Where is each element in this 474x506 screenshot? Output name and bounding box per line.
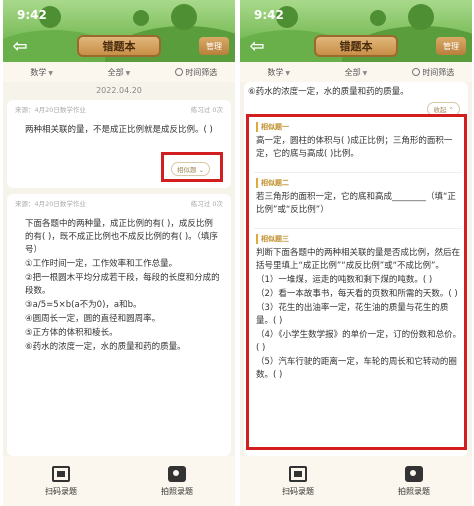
question-stem: 下面各题中的两种量，成正比例的有( )，成反比例的有( )，既不成正比例也不成反… — [25, 219, 218, 255]
forest-header: 9:42 ⇦ 错题本 管理 — [240, 0, 472, 62]
camera-icon — [405, 465, 423, 482]
bottom-bar: 扫码录题 拍照录题 — [3, 456, 235, 506]
card-practice-count: 练习过 0次 — [190, 200, 223, 208]
scan-icon — [52, 465, 70, 482]
card-practice-count: 练习过 0次 — [190, 106, 223, 114]
similar-item-5: （5）汽车行驶的距离一定，车轮的周长和它转动的圈数。( ) — [256, 357, 457, 380]
similar-question-3[interactable]: 相似题三 判断下面各题中的两种相关联的量是否成比例，然后在括号里填上“成正比例”… — [256, 234, 464, 383]
similar-question-1[interactable]: 相似题一 高一定，圆柱的体积与( )成正比例；三角形的面积一定，它的底与高成( … — [256, 122, 464, 162]
forest-header: 9:42 ⇦ 错题本 管理 — [3, 0, 235, 62]
photo-entry-button[interactable]: 拍照录题 — [356, 456, 472, 506]
scan-entry-button[interactable]: 扫码录题 — [240, 456, 356, 506]
clock-icon — [175, 67, 184, 76]
time-filter[interactable]: 时间筛选 — [158, 67, 235, 78]
back-arrow-icon[interactable]: ⇦ — [9, 36, 31, 57]
option-3: ③a/5=5×b(a不为0)，a和b。 — [25, 300, 142, 310]
similar-item-4: （4）《小学生数学报》的单价一定，订的份数和总价。( ) — [256, 330, 462, 353]
camera-icon — [168, 465, 186, 482]
time-filter[interactable]: 时间筛选 — [395, 67, 472, 78]
chevron-down-icon: ▼ — [48, 69, 53, 77]
scan-icon — [289, 465, 307, 482]
clock-icon — [412, 67, 421, 76]
highlight-box — [161, 152, 223, 182]
subject-filter[interactable]: 数学 ▼ — [3, 67, 80, 78]
option-1: ①工作时间一定，工作效率和工作总量。 — [25, 259, 178, 269]
option-4: ④圆周长一定，圆的直径和圆周率。 — [25, 314, 161, 324]
back-arrow-icon[interactable]: ⇦ — [246, 36, 268, 57]
page-title: 错题本 — [77, 35, 161, 57]
grade-filter[interactable]: 全部 ▼ — [80, 67, 157, 78]
similar-text: 若三角形的面积一定，它的底和高成________（填“正比例”或“反比例”） — [256, 192, 456, 215]
bottom-bar: 扫码录题 拍照录题 — [240, 456, 472, 506]
question-card-2[interactable]: 来源：4月20日数学作业 练习过 0次 下面各题中的两种量，成正比例的有( )，… — [7, 194, 231, 456]
filter-bar: 数学 ▼ 全部 ▼ 时间筛选 — [3, 62, 235, 82]
subject-filter[interactable]: 数学 ▼ — [240, 67, 317, 78]
similar-title: 相似题一 — [256, 122, 464, 132]
page-title: 错题本 — [314, 35, 398, 57]
similar-item-3: （3）花生的出油率一定，花生油的质量与花生的质量。( ) — [256, 303, 449, 326]
similar-title: 相似题二 — [256, 178, 464, 188]
status-time: 9:42 — [17, 8, 47, 22]
chevron-down-icon: ▼ — [285, 69, 290, 77]
grade-filter[interactable]: 全部 ▼ — [317, 67, 394, 78]
right-phone-screen: 9:42 ⇦ 错题本 管理 数学 ▼ 全部 ▼ 时间筛选 ⑥药水的浓度一定，水的质量… — [240, 0, 472, 506]
left-phone-screen: 9:42 ⇦ 错题本 管理 数学 ▼ 全部 ▼ 时间筛选 2022.04.20 来源… — [3, 0, 235, 506]
divider — [254, 228, 462, 229]
option-6: ⑥药水的浓度一定，水的质量和药的质量。 — [25, 342, 186, 352]
similar-item-2: （2）看一本故事书，每天看的页数和所需的天数。( ) — [256, 289, 458, 299]
similar-stem: 判断下面各题中的两种相关联的量是否成比例，然后在括号里填上“成正比例”“成反比例… — [256, 248, 461, 271]
card-source: 来源：4月20日数学作业 — [15, 106, 86, 114]
option-2: ②把一根圆木平均分成若干段，每段的长度和分成的段数。 — [25, 273, 220, 296]
manage-button[interactable]: 管理 — [199, 37, 229, 55]
manage-button[interactable]: 管理 — [436, 37, 466, 55]
similar-title: 相似题三 — [256, 234, 464, 244]
status-time: 9:42 — [254, 8, 284, 22]
chevron-down-icon: ▼ — [362, 69, 368, 77]
option-6: ⑥药水的浓度一定，水的质量和药的质量。 — [248, 87, 409, 97]
similar-text: 高一定，圆柱的体积与( )成正比例；三角形的面积一定，它的底与高成( )比例。 — [256, 136, 453, 159]
option-5: ⑤正方体的体积和棱长。 — [25, 328, 118, 338]
card-question-text: 两种相关联的量，不是成正比例就是成反比例。( ) — [25, 125, 213, 135]
scan-entry-button[interactable]: 扫码录题 — [3, 456, 119, 506]
date-label: 2022.04.20 — [96, 86, 142, 95]
similar-question-2[interactable]: 相似题二 若三角形的面积一定，它的底和高成________（填“正比例”或“反比… — [256, 178, 464, 218]
chevron-down-icon: ▼ — [125, 69, 131, 77]
photo-entry-button[interactable]: 拍照录题 — [119, 456, 235, 506]
similar-item-1: （1）一堆煤，运走的吨数和剩下煤的吨数。( ) — [256, 275, 433, 285]
filter-bar: 数学 ▼ 全部 ▼ 时间筛选 — [240, 62, 472, 82]
card-source: 来源：4月20日数学作业 — [15, 200, 86, 208]
divider — [254, 172, 462, 173]
